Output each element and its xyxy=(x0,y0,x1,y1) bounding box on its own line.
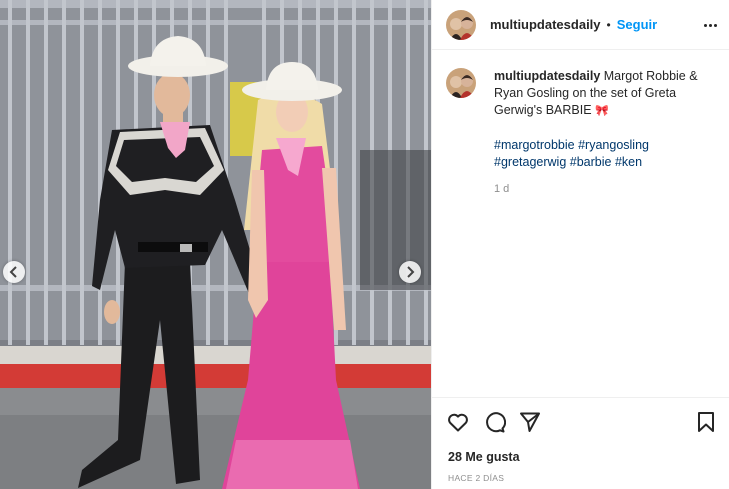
hashtag-link[interactable]: #ken xyxy=(615,155,642,169)
previous-image-button[interactable] xyxy=(3,261,25,283)
avatar-image xyxy=(446,9,476,40)
avatar-image xyxy=(446,68,476,98)
heart-icon[interactable] xyxy=(446,410,470,434)
hashtag-list: #margotrobbie #ryangosling #gretagerwig … xyxy=(494,137,724,171)
chevron-left-icon xyxy=(9,266,17,278)
follow-button[interactable]: Seguir xyxy=(617,17,657,32)
separator-dot: • xyxy=(606,17,611,32)
post-photo xyxy=(0,0,431,489)
hashtag-link[interactable]: #gretagerwig xyxy=(494,155,566,169)
action-bar: 28 Me gusta HACE 2 DÍAS xyxy=(432,397,729,489)
hashtag-link[interactable]: #ryangosling xyxy=(578,138,649,152)
post-media[interactable] xyxy=(0,0,431,489)
caption-text-block: multiupdatesdaily Margot Robbie & Ryan G… xyxy=(494,68,724,198)
post-side-panel: multiupdatesdaily • Seguir multiupdatesd… xyxy=(431,0,729,489)
caption-username[interactable]: multiupdatesdaily xyxy=(494,69,600,83)
avatar[interactable] xyxy=(446,9,476,40)
comment-icon[interactable] xyxy=(482,410,506,434)
bow-emoji: 🎀 xyxy=(595,105,609,117)
action-icons xyxy=(446,410,718,436)
likes-count[interactable]: 28 Me gusta xyxy=(448,450,520,464)
hashtag-link[interactable]: #margotrobbie xyxy=(494,138,575,152)
post-date[interactable]: HACE 2 DÍAS xyxy=(448,473,504,483)
bookmark-icon[interactable] xyxy=(694,410,718,434)
more-options-icon[interactable] xyxy=(704,17,720,33)
chevron-right-icon xyxy=(407,266,415,278)
post-header: multiupdatesdaily • Seguir xyxy=(432,0,729,50)
send-icon[interactable] xyxy=(518,410,542,434)
caption-avatar[interactable] xyxy=(446,68,476,98)
caption-timestamp[interactable]: 1 d xyxy=(494,181,724,198)
hashtag-link[interactable]: #barbie xyxy=(570,155,612,169)
instagram-post: multiupdatesdaily • Seguir multiupdatesd… xyxy=(0,0,729,489)
username-link[interactable]: multiupdatesdaily xyxy=(490,17,601,32)
next-image-button[interactable] xyxy=(399,261,421,283)
caption: multiupdatesdaily Margot Robbie & Ryan G… xyxy=(446,68,726,198)
